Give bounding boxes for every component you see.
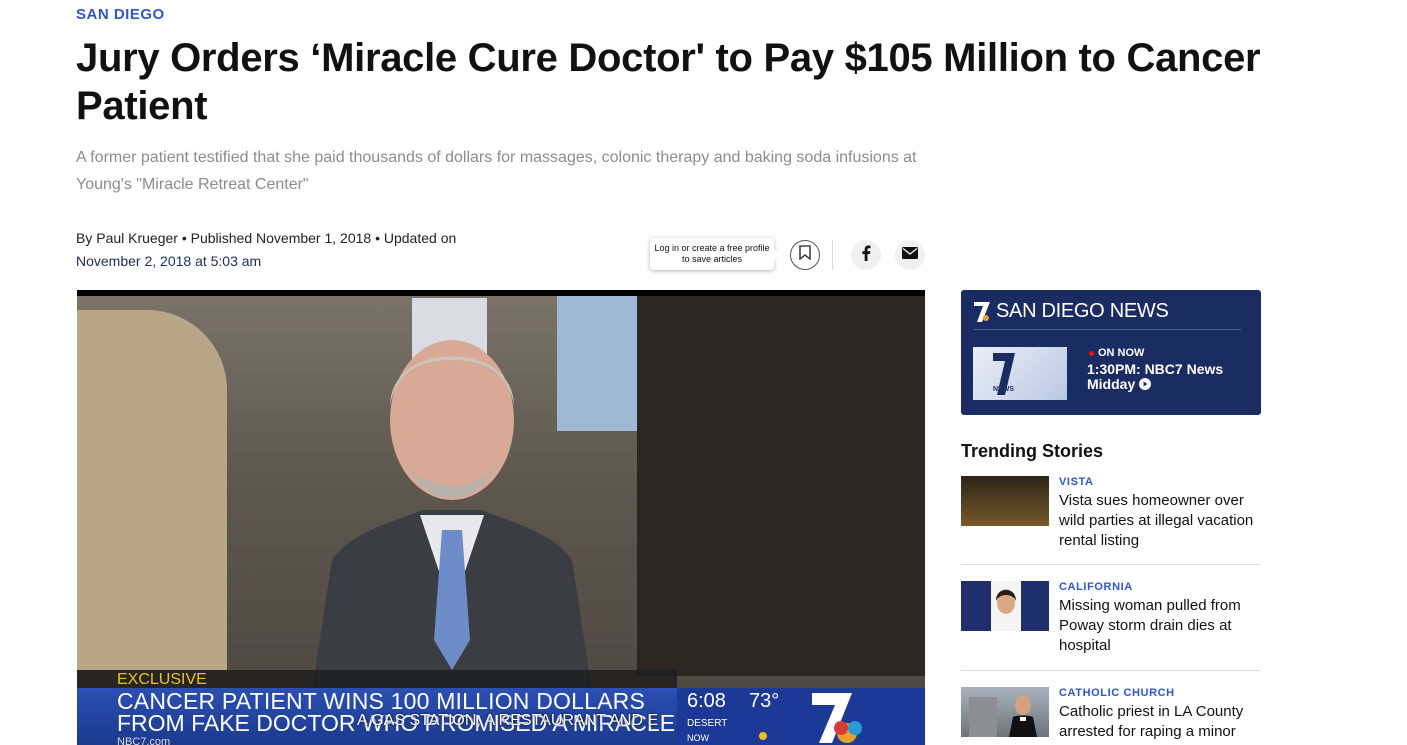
live-divider bbox=[973, 329, 1241, 330]
clock: 6:08 bbox=[687, 690, 726, 712]
story-divider bbox=[961, 564, 1261, 565]
story-title[interactable]: Catholic priest in LA County arrested fo… bbox=[1059, 702, 1259, 742]
facebook-share-button[interactable] bbox=[851, 240, 881, 270]
section-kicker[interactable]: SAN DIEGO bbox=[76, 6, 165, 23]
story-title[interactable]: Vista sues homeowner over wild parties a… bbox=[1059, 491, 1259, 551]
station-url: NBC7.com bbox=[117, 736, 171, 745]
author-link[interactable]: Paul Krueger bbox=[96, 230, 178, 246]
live-news-widget[interactable]: SAN DIEGO NEWS NEWS ON NOW 1:30PM: NBC7 … bbox=[961, 290, 1261, 415]
weather-now: NOW bbox=[687, 733, 709, 743]
story-title[interactable]: Missing woman pulled from Poway storm dr… bbox=[1059, 596, 1259, 656]
video-player[interactable]: EXCLUSIVE CANCER PATIENT WINS 100 MILLIO… bbox=[77, 290, 925, 745]
thumbnail-news-label: NEWS bbox=[993, 386, 1014, 393]
man-in-suit bbox=[292, 310, 612, 690]
story-category[interactable]: CATHOLIC CHURCH bbox=[1059, 687, 1175, 699]
live-brand-text: SAN DIEGO NEWS bbox=[996, 300, 1169, 322]
weather-panel: 6:08 73° DESERT NOW bbox=[677, 688, 925, 745]
story-category[interactable]: CALIFORNIA bbox=[1059, 581, 1133, 593]
story-divider bbox=[961, 670, 1261, 671]
article-dek: A former patient testified that she paid… bbox=[76, 149, 917, 193]
temperature: 73° bbox=[749, 690, 780, 712]
live-thumbnail[interactable]: NEWS bbox=[973, 347, 1067, 400]
save-tooltip: Log in or create a free profile to save … bbox=[650, 238, 780, 270]
weather-location: DESERT bbox=[687, 718, 728, 729]
article-headline: Jury Orders ‘Miracle Cure Doctor' to Pay… bbox=[76, 36, 1261, 128]
byline: By Paul Krueger • Published November 1, … bbox=[76, 227, 496, 273]
live-show-text: 1:30PM: NBC7 News Midday bbox=[1087, 361, 1224, 392]
news-crawl: A GAS STATION, A RESTAURANT AND E bbox=[357, 712, 659, 729]
exclusive-label: EXCLUSIVE bbox=[77, 670, 677, 690]
published-date: • Published November 1, 2018 • Updated o… bbox=[177, 230, 457, 246]
play-icon bbox=[1139, 377, 1152, 393]
share-divider bbox=[832, 240, 833, 270]
facebook-icon bbox=[861, 245, 871, 266]
shelf bbox=[637, 296, 925, 676]
headline-band: CANCER PATIENT WINS 100 MILLION DOLLARS … bbox=[77, 688, 747, 745]
trending-title: Trending Stories bbox=[961, 441, 1104, 461]
live-show-title[interactable]: 1:30PM: NBC7 News Midday bbox=[1087, 362, 1247, 393]
live-brand: SAN DIEGO NEWS bbox=[973, 300, 1169, 323]
story-thumbnail[interactable] bbox=[961, 581, 1049, 631]
story-thumbnail[interactable] bbox=[961, 476, 1049, 526]
story-category[interactable]: VISTA bbox=[1059, 476, 1094, 488]
byline-prefix: By bbox=[76, 230, 97, 246]
sun-icon bbox=[755, 728, 771, 745]
email-icon bbox=[902, 246, 918, 264]
bookmark-icon bbox=[799, 245, 811, 265]
on-now-label: ON NOW bbox=[1089, 347, 1144, 359]
bookmark-button[interactable] bbox=[790, 240, 820, 270]
updated-date: November 2, 2018 at 5:03 am bbox=[76, 253, 262, 269]
email-share-button[interactable] bbox=[895, 240, 925, 270]
station-logo-icon bbox=[973, 301, 991, 323]
station-logo-icon bbox=[807, 688, 867, 745]
story-thumbnail[interactable] bbox=[961, 687, 1049, 737]
lower-third: EXCLUSIVE CANCER PATIENT WINS 100 MILLIO… bbox=[77, 670, 925, 745]
deputy-figure bbox=[77, 310, 227, 670]
